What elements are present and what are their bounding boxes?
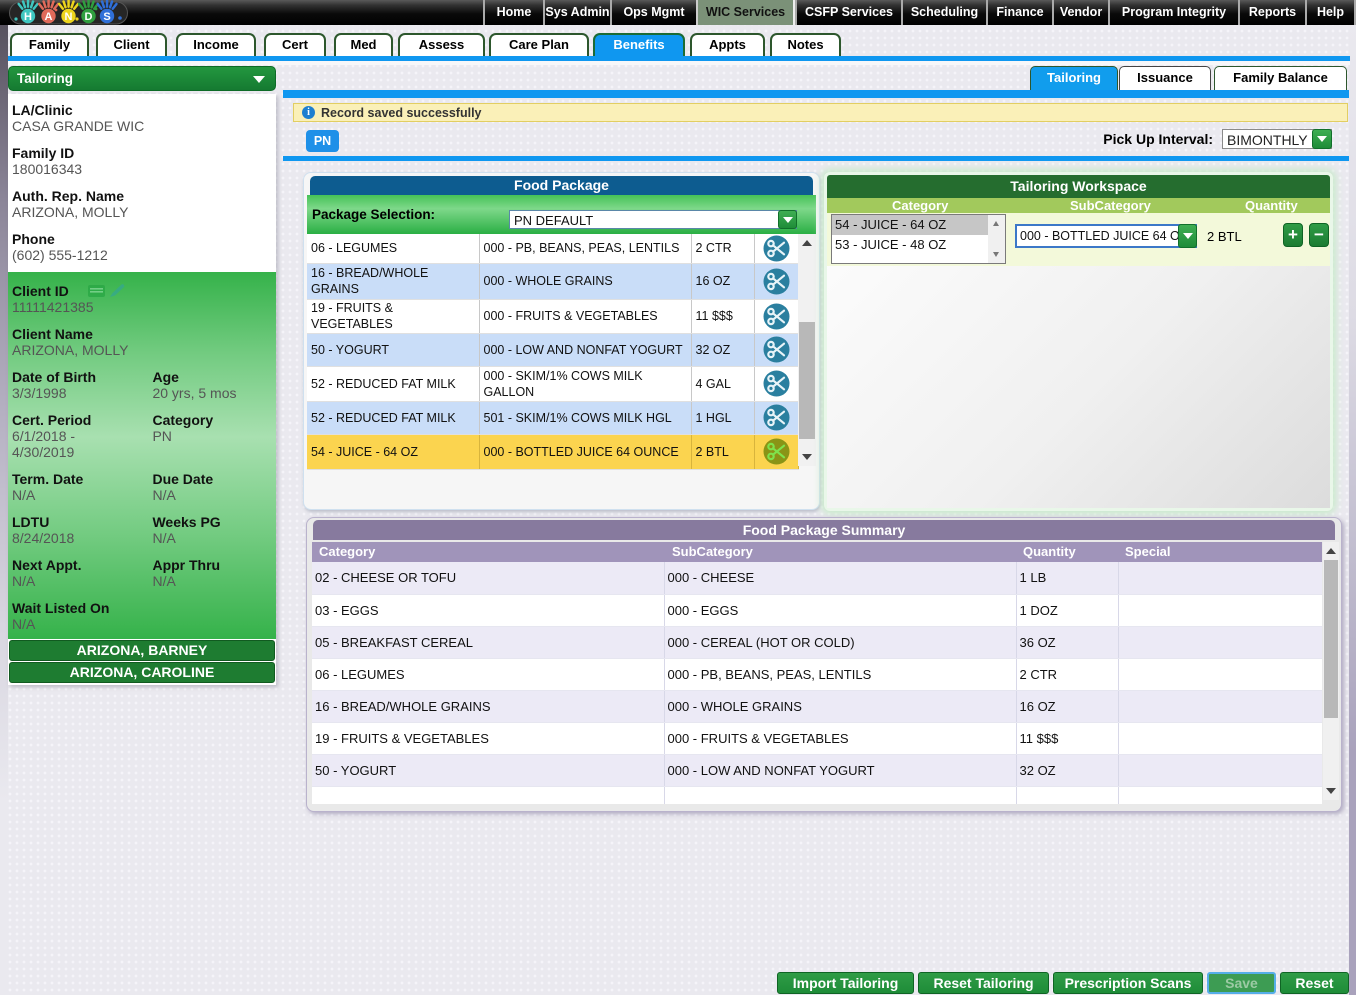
svg-text:N: N: [65, 11, 73, 23]
svg-text:A: A: [45, 11, 53, 23]
svg-text:S: S: [103, 11, 110, 23]
svg-text:H: H: [24, 11, 32, 23]
svg-text:D: D: [85, 11, 93, 23]
